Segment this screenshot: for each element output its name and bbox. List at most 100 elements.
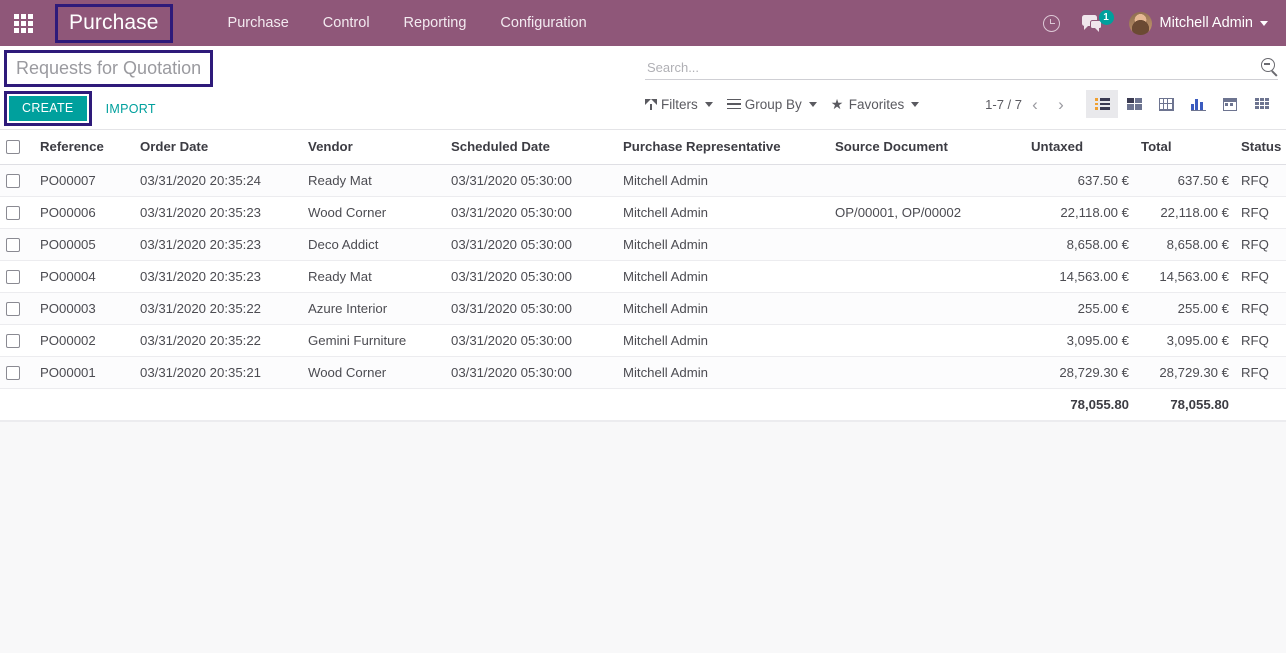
table-row[interactable]: PO00003 03/31/2020 20:35:22 Azure Interi… (0, 292, 1286, 325)
totals-spacer (445, 388, 617, 421)
row-checkbox[interactable] (6, 365, 20, 380)
table-row[interactable]: PO00006 03/31/2020 20:35:23 Wood Corner … (0, 196, 1286, 229)
menu-item-reporting[interactable]: Reporting (387, 0, 484, 46)
totals-untaxed: 78,055.80 (1025, 388, 1135, 421)
status-badge: RFQ (1235, 260, 1286, 293)
view-button-pivot[interactable] (1150, 90, 1182, 118)
control-panel-buttons: CREATE IMPORT (4, 91, 213, 126)
import-button[interactable]: IMPORT (106, 102, 156, 116)
column-header-untaxed[interactable]: Untaxed (1025, 130, 1135, 165)
totals-spacer (829, 388, 1025, 421)
search-icon[interactable] (1260, 58, 1278, 76)
column-header-reference[interactable]: Reference (34, 130, 134, 165)
view-button-kanban[interactable] (1118, 90, 1150, 118)
view-button-list[interactable] (1086, 90, 1118, 118)
cell-scheduled-date: 03/31/2020 05:30:00 (445, 292, 617, 325)
cell-total: 28,729.30 € (1135, 356, 1235, 389)
control-panel-right: Filters Group By ★ Favorites 1-7 / 7 ‹ › (645, 46, 1278, 124)
cell-vendor: Azure Interior (302, 292, 445, 325)
row-select-cell (0, 356, 34, 389)
search-input[interactable] (645, 60, 1260, 77)
column-header-status[interactable]: Status (1235, 130, 1286, 165)
create-button[interactable]: CREATE (9, 96, 87, 121)
pager-range[interactable]: 1-7 / 7 (985, 97, 1022, 112)
cell-reference: PO00006 (34, 196, 134, 229)
column-header-scheduled-date[interactable]: Scheduled Date (445, 130, 617, 165)
column-header-order-date[interactable]: Order Date (134, 130, 302, 165)
navbar-right-tools: 1 Mitchell Admin (1032, 0, 1286, 46)
table-header-row: Reference Order Date Vendor Scheduled Da… (0, 130, 1286, 165)
row-checkbox[interactable] (6, 269, 20, 284)
cell-reference: PO00004 (34, 260, 134, 293)
cell-source-document: OP/00001, OP/00002 (829, 196, 1025, 229)
cell-untaxed: 14,563.00 € (1025, 260, 1135, 293)
status-badge: RFQ (1235, 228, 1286, 261)
messages-count-badge: 1 (1098, 10, 1114, 25)
cell-scheduled-date: 03/31/2020 05:30:00 (445, 228, 617, 261)
messages-button[interactable]: 1 (1071, 0, 1119, 46)
menu-item-configuration[interactable]: Configuration (483, 0, 603, 46)
group-by-dropdown[interactable]: Group By (726, 96, 817, 112)
row-checkbox[interactable] (6, 237, 20, 252)
pager-next-button[interactable]: › (1048, 96, 1074, 113)
cell-representative: Mitchell Admin (617, 292, 829, 325)
search-bar[interactable] (645, 46, 1278, 80)
cell-scheduled-date: 03/31/2020 05:30:00 (445, 356, 617, 389)
cell-untaxed: 22,118.00 € (1025, 196, 1135, 229)
cell-source-document (829, 228, 1025, 261)
row-select-cell (0, 324, 34, 357)
main-menu: Purchase Control Reporting Configuration (211, 0, 604, 46)
cell-source-document (829, 324, 1025, 357)
column-header-vendor[interactable]: Vendor (302, 130, 445, 165)
create-highlight-box: CREATE (4, 91, 92, 126)
user-menu-button[interactable]: Mitchell Admin (1119, 0, 1274, 46)
table-row[interactable]: PO00002 03/31/2020 20:35:22 Gemini Furni… (0, 324, 1286, 357)
brand-highlight-box[interactable]: Purchase (55, 3, 173, 43)
view-button-activity[interactable] (1246, 90, 1278, 118)
activities-button[interactable] (1032, 0, 1071, 46)
control-panel-left: Requests for Quotation CREATE IMPORT (0, 46, 214, 126)
table-row[interactable]: PO00004 03/31/2020 20:35:23 Ready Mat 03… (0, 260, 1286, 293)
cell-reference: PO00005 (34, 228, 134, 261)
row-checkbox[interactable] (6, 205, 20, 220)
filter-toolbar: Filters Group By ★ Favorites 1-7 / 7 ‹ › (645, 84, 1278, 124)
cell-order-date: 03/31/2020 20:35:23 (134, 228, 302, 261)
table-row[interactable]: PO00005 03/31/2020 20:35:23 Deco Addict … (0, 228, 1286, 261)
totals-spacer (134, 388, 302, 421)
breadcrumb-highlight-box[interactable]: Requests for Quotation (4, 50, 214, 87)
table-row[interactable]: PO00001 03/31/2020 20:35:21 Wood Corner … (0, 356, 1286, 389)
apps-grid-icon (13, 13, 33, 33)
cell-untaxed: 3,095.00 € (1025, 324, 1135, 357)
menu-item-purchase[interactable]: Purchase (211, 0, 306, 46)
apps-menu-button[interactable] (0, 0, 46, 46)
table-header: Reference Order Date Vendor Scheduled Da… (0, 130, 1286, 165)
select-all-checkbox[interactable] (6, 139, 20, 154)
row-checkbox[interactable] (6, 173, 20, 188)
cell-representative: Mitchell Admin (617, 324, 829, 357)
column-header-source-document[interactable]: Source Document (829, 130, 1025, 165)
filters-dropdown[interactable]: Filters (645, 97, 713, 112)
totals-spacer (302, 388, 445, 421)
status-badge: RFQ (1235, 164, 1286, 197)
totals-select-cell (0, 388, 34, 421)
favorites-dropdown[interactable]: ★ Favorites (831, 97, 920, 112)
group-by-label: Group By (744, 96, 802, 112)
view-button-calendar[interactable] (1214, 90, 1246, 118)
kanban-view-icon (1126, 97, 1142, 111)
cell-total: 14,563.00 € (1135, 260, 1235, 293)
table-row[interactable]: PO00007 03/31/2020 20:35:24 Ready Mat 03… (0, 164, 1286, 197)
row-checkbox[interactable] (6, 333, 20, 348)
cell-order-date: 03/31/2020 20:35:21 (134, 356, 302, 389)
cell-source-document (829, 292, 1025, 325)
pager-previous-button[interactable]: ‹ (1022, 96, 1048, 113)
cell-reference: PO00003 (34, 292, 134, 325)
row-checkbox[interactable] (6, 301, 20, 316)
top-navbar: Purchase Purchase Control Reporting Conf… (0, 0, 1286, 46)
cell-total: 8,658.00 € (1135, 228, 1235, 261)
menu-item-control[interactable]: Control (306, 0, 387, 46)
pager: 1-7 / 7 ‹ › (985, 96, 1074, 113)
column-header-representative[interactable]: Purchase Representative (617, 130, 829, 165)
column-header-total[interactable]: Total (1135, 130, 1235, 165)
view-button-graph[interactable] (1182, 90, 1214, 118)
totals-spacer (617, 388, 829, 421)
